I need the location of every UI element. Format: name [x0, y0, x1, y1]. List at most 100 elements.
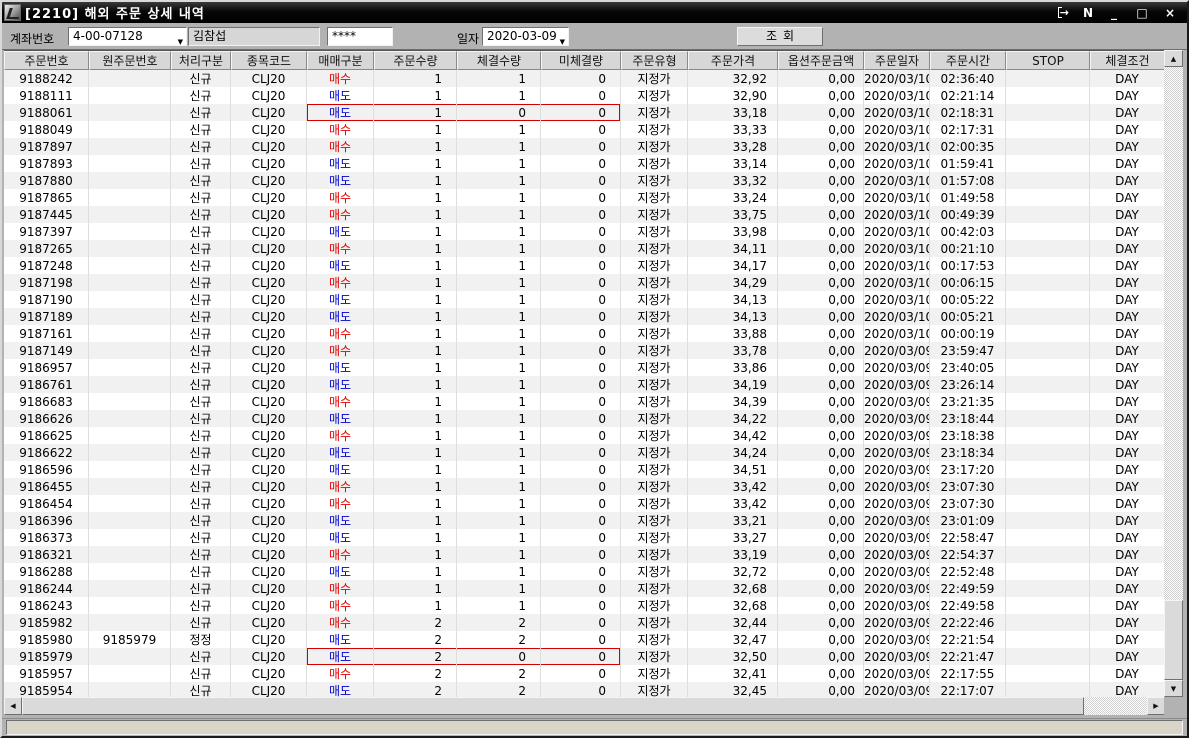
column-header[interactable]: 주문가격 [688, 51, 778, 70]
column-header[interactable]: 옵션주문금액 [778, 51, 864, 70]
minimize-button[interactable]: _ [1107, 6, 1121, 20]
table-row[interactable]: 9186396신규CLJ20매도110지정가33,210,002020/03/0… [4, 512, 1165, 529]
cell: 0,00 [778, 274, 864, 291]
cell: 지정가 [621, 172, 688, 189]
column-header[interactable]: 주문일자 [864, 51, 930, 70]
table-row[interactable]: 9186243신규CLJ20매수110지정가32,680,002020/03/0… [4, 597, 1165, 614]
table-row[interactable]: 9186683신규CLJ20매수110지정가34,390,002020/03/0… [4, 393, 1165, 410]
table-row[interactable]: 9187897신규CLJ20매수110지정가33,280,002020/03/1… [4, 138, 1165, 155]
scroll-right-icon[interactable]: ▶ [1147, 697, 1165, 715]
table-row[interactable]: 9188242신규CLJ20매수110지정가32,920,002020/03/1… [4, 70, 1165, 87]
table-row[interactable]: 9188061신규CLJ20매도100지정가33,180,002020/03/1… [4, 104, 1165, 121]
cell: 0,00 [778, 580, 864, 597]
column-header[interactable]: STOP [1006, 51, 1090, 70]
close-button[interactable]: × [1163, 6, 1177, 20]
table-row[interactable]: 9185957신규CLJ20매수220지정가32,410,002020/03/0… [4, 665, 1165, 682]
table-row[interactable]: 9187190신규CLJ20매도110지정가34,130,002020/03/1… [4, 291, 1165, 308]
cell: 0 [541, 597, 621, 614]
account-dropdown-icon[interactable]: ▼ [178, 34, 183, 51]
table-row[interactable]: 9187880신규CLJ20매도110지정가33,320,002020/03/1… [4, 172, 1165, 189]
column-header[interactable]: 원주문번호 [89, 51, 171, 70]
column-header[interactable]: 종목코드 [231, 51, 307, 70]
cell: 1 [374, 189, 457, 206]
table-row[interactable]: 9186321신규CLJ20매수110지정가33,190,002020/03/0… [4, 546, 1165, 563]
table-row[interactable]: 9186622신규CLJ20매도110지정가34,240,002020/03/0… [4, 444, 1165, 461]
table-row[interactable]: 91859809185979정정CLJ20매도220지정가32,470,0020… [4, 631, 1165, 648]
table-row[interactable]: 9186957신규CLJ20매도110지정가33,860,002020/03/0… [4, 359, 1165, 376]
column-header[interactable]: 매매구분 [307, 51, 374, 70]
cell: 매수 [307, 546, 374, 563]
cell: 1 [457, 223, 541, 240]
cell: 매도 [307, 631, 374, 648]
table-row[interactable]: 9187198신규CLJ20매수110지정가34,290,002020/03/1… [4, 274, 1165, 291]
table-row[interactable]: 9186244신규CLJ20매수110지정가32,680,002020/03/0… [4, 580, 1165, 597]
table-row[interactable]: 9186761신규CLJ20매도110지정가34,190,002020/03/0… [4, 376, 1165, 393]
table-row[interactable]: 9187149신규CLJ20매수110지정가33,780,002020/03/0… [4, 342, 1165, 359]
table-row[interactable]: 9187265신규CLJ20매수110지정가34,110,002020/03/1… [4, 240, 1165, 257]
maximize-button[interactable]: □ [1135, 6, 1149, 20]
table-row[interactable]: 9186625신규CLJ20매수110지정가34,420,002020/03/0… [4, 427, 1165, 444]
cell: 1 [457, 87, 541, 104]
password-field[interactable]: **** [327, 27, 393, 46]
cell: 9186683 [4, 393, 89, 410]
table-row[interactable]: 9187865신규CLJ20매수110지정가33,240,002020/03/1… [4, 189, 1165, 206]
horizontal-scroll-thumb[interactable] [22, 697, 1084, 715]
exit-session-icon[interactable]: → [1058, 6, 1069, 19]
scroll-left-icon[interactable]: ◀ [4, 697, 22, 715]
table-row[interactable]: 9186455신규CLJ20매수110지정가33,420,002020/03/0… [4, 478, 1165, 495]
table-row[interactable]: 9185979신규CLJ20매도200지정가32,500,002020/03/0… [4, 648, 1165, 665]
cell: 1 [374, 444, 457, 461]
date-combobox[interactable]: 2020-03-09 ▼ [482, 27, 569, 46]
horizontal-scrollbar[interactable]: ◀ ▶ [4, 697, 1165, 715]
table-row[interactable]: 9186454신규CLJ20매수110지정가33,420,002020/03/0… [4, 495, 1165, 512]
vertical-scrollbar[interactable]: ▲ ▼ [1164, 50, 1183, 697]
table-row[interactable]: 9188111신규CLJ20매도110지정가32,900,002020/03/1… [4, 87, 1165, 104]
cell: 9187248 [4, 257, 89, 274]
scrollbar-corner [1164, 697, 1183, 715]
vertical-scroll-thumb[interactable] [1164, 600, 1183, 680]
cell: 1 [374, 478, 457, 495]
column-header[interactable]: 처리구분 [171, 51, 231, 70]
column-header[interactable]: 체결수량 [457, 51, 541, 70]
cell: CLJ20 [231, 189, 307, 206]
cell: 9186761 [4, 376, 89, 393]
cell: 0 [541, 444, 621, 461]
date-dropdown-icon[interactable]: ▼ [560, 34, 565, 51]
table-row[interactable]: 9186596신규CLJ20매도110지정가34,510,002020/03/0… [4, 461, 1165, 478]
cell: DAY [1090, 682, 1165, 697]
cell [1006, 410, 1090, 427]
table-row[interactable]: 9185982신규CLJ20매수220지정가32,440,002020/03/0… [4, 614, 1165, 631]
table-row[interactable]: 9186373신규CLJ20매도110지정가33,270,002020/03/0… [4, 529, 1165, 546]
cell: 신규 [171, 614, 231, 631]
column-header[interactable]: 주문번호 [4, 51, 89, 70]
table-row[interactable]: 9187445신규CLJ20매수110지정가33,750,002020/03/1… [4, 206, 1165, 223]
cell: 지정가 [621, 563, 688, 580]
column-header[interactable]: 주문수량 [374, 51, 457, 70]
query-button[interactable]: 조회 [737, 27, 823, 46]
cell: 1 [457, 155, 541, 172]
table-row[interactable]: 9188049신규CLJ20매수110지정가33,330,002020/03/1… [4, 121, 1165, 138]
cell: 2020/03/10 [864, 223, 930, 240]
table-row[interactable]: 9187189신규CLJ20매도110지정가34,130,002020/03/1… [4, 308, 1165, 325]
cell: DAY [1090, 546, 1165, 563]
scroll-up-icon[interactable]: ▲ [1164, 50, 1183, 67]
vertical-scroll-track[interactable] [1164, 67, 1183, 680]
account-combobox[interactable]: 4-00-07128 ▼ [68, 27, 187, 46]
table-row[interactable]: 9185954신규CLJ20매도220지정가32,450,002020/03/0… [4, 682, 1165, 697]
column-header[interactable]: 주문유형 [621, 51, 688, 70]
cell: 신규 [171, 393, 231, 410]
n-badge-icon[interactable]: N [1083, 7, 1093, 19]
table-row[interactable]: 9187248신규CLJ20매도110지정가34,170,002020/03/1… [4, 257, 1165, 274]
column-header[interactable]: 체결조건 [1090, 51, 1165, 70]
table-row[interactable]: 9187397신규CLJ20매도110지정가33,980,002020/03/1… [4, 223, 1165, 240]
table-row[interactable]: 9186626신규CLJ20매도110지정가34,220,002020/03/0… [4, 410, 1165, 427]
scroll-down-icon[interactable]: ▼ [1164, 680, 1183, 697]
table-row[interactable]: 9187893신규CLJ20매도110지정가33,140,002020/03/1… [4, 155, 1165, 172]
column-header[interactable]: 미체결량 [541, 51, 621, 70]
table-row[interactable]: 9186288신규CLJ20매도110지정가32,720,002020/03/0… [4, 563, 1165, 580]
cell: 1 [374, 240, 457, 257]
column-header[interactable]: 주문시간 [930, 51, 1006, 70]
cell: 신규 [171, 444, 231, 461]
cell: 22:49:58 [930, 597, 1006, 614]
table-row[interactable]: 9187161신규CLJ20매수110지정가33,880,002020/03/1… [4, 325, 1165, 342]
